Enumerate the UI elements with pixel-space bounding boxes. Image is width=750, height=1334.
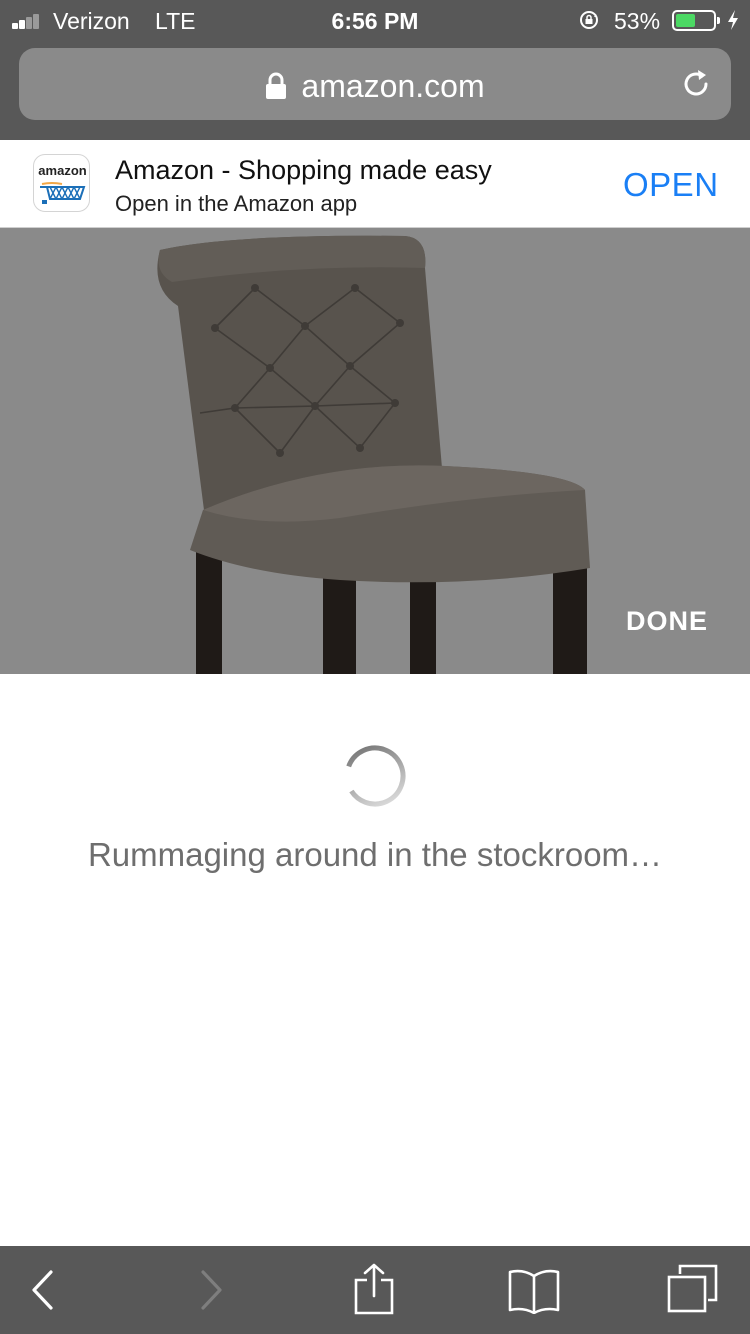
banner-title: Amazon - Shopping made easy xyxy=(115,155,492,185)
app-icon-wordmark: amazon xyxy=(38,163,87,178)
forward-icon[interactable] xyxy=(196,1268,226,1312)
browser-top-chrome: Verizon LTE 6:56 PM 53% amazon.com xyxy=(0,0,750,140)
charging-bolt-icon xyxy=(728,10,738,30)
status-bar: Verizon LTE 6:56 PM 53% xyxy=(0,0,750,40)
back-icon[interactable] xyxy=(28,1268,58,1312)
banner-subtitle: Open in the Amazon app xyxy=(115,191,358,216)
rotation-lock-icon xyxy=(580,11,598,29)
battery-fill xyxy=(676,14,695,27)
share-icon[interactable] xyxy=(353,1262,395,1316)
url-text: amazon.com xyxy=(301,68,485,104)
product-image-viewer: DONE xyxy=(0,228,750,674)
loading-spinner-icon xyxy=(344,745,406,807)
amazon-app-icon[interactable]: amazon xyxy=(33,154,90,212)
reload-icon[interactable] xyxy=(679,67,713,101)
address-bar[interactable]: amazon.com xyxy=(19,48,731,120)
app-banner: amazon Amazon - Shopping made easy Open … xyxy=(0,140,750,228)
lock-icon xyxy=(266,72,287,99)
tabs-icon[interactable] xyxy=(666,1264,720,1314)
url-display[interactable]: amazon.com xyxy=(19,68,731,105)
bookmarks-icon[interactable] xyxy=(507,1268,561,1314)
shopping-cart-icon xyxy=(40,182,86,204)
browser-toolbar xyxy=(0,1246,750,1334)
battery-icon xyxy=(672,10,720,31)
done-button[interactable]: DONE xyxy=(626,606,708,637)
loading-message: Rummaging around in the stockroom… xyxy=(87,836,663,873)
battery-percent: 53% xyxy=(614,8,661,34)
open-app-button[interactable]: OPEN xyxy=(623,166,719,204)
